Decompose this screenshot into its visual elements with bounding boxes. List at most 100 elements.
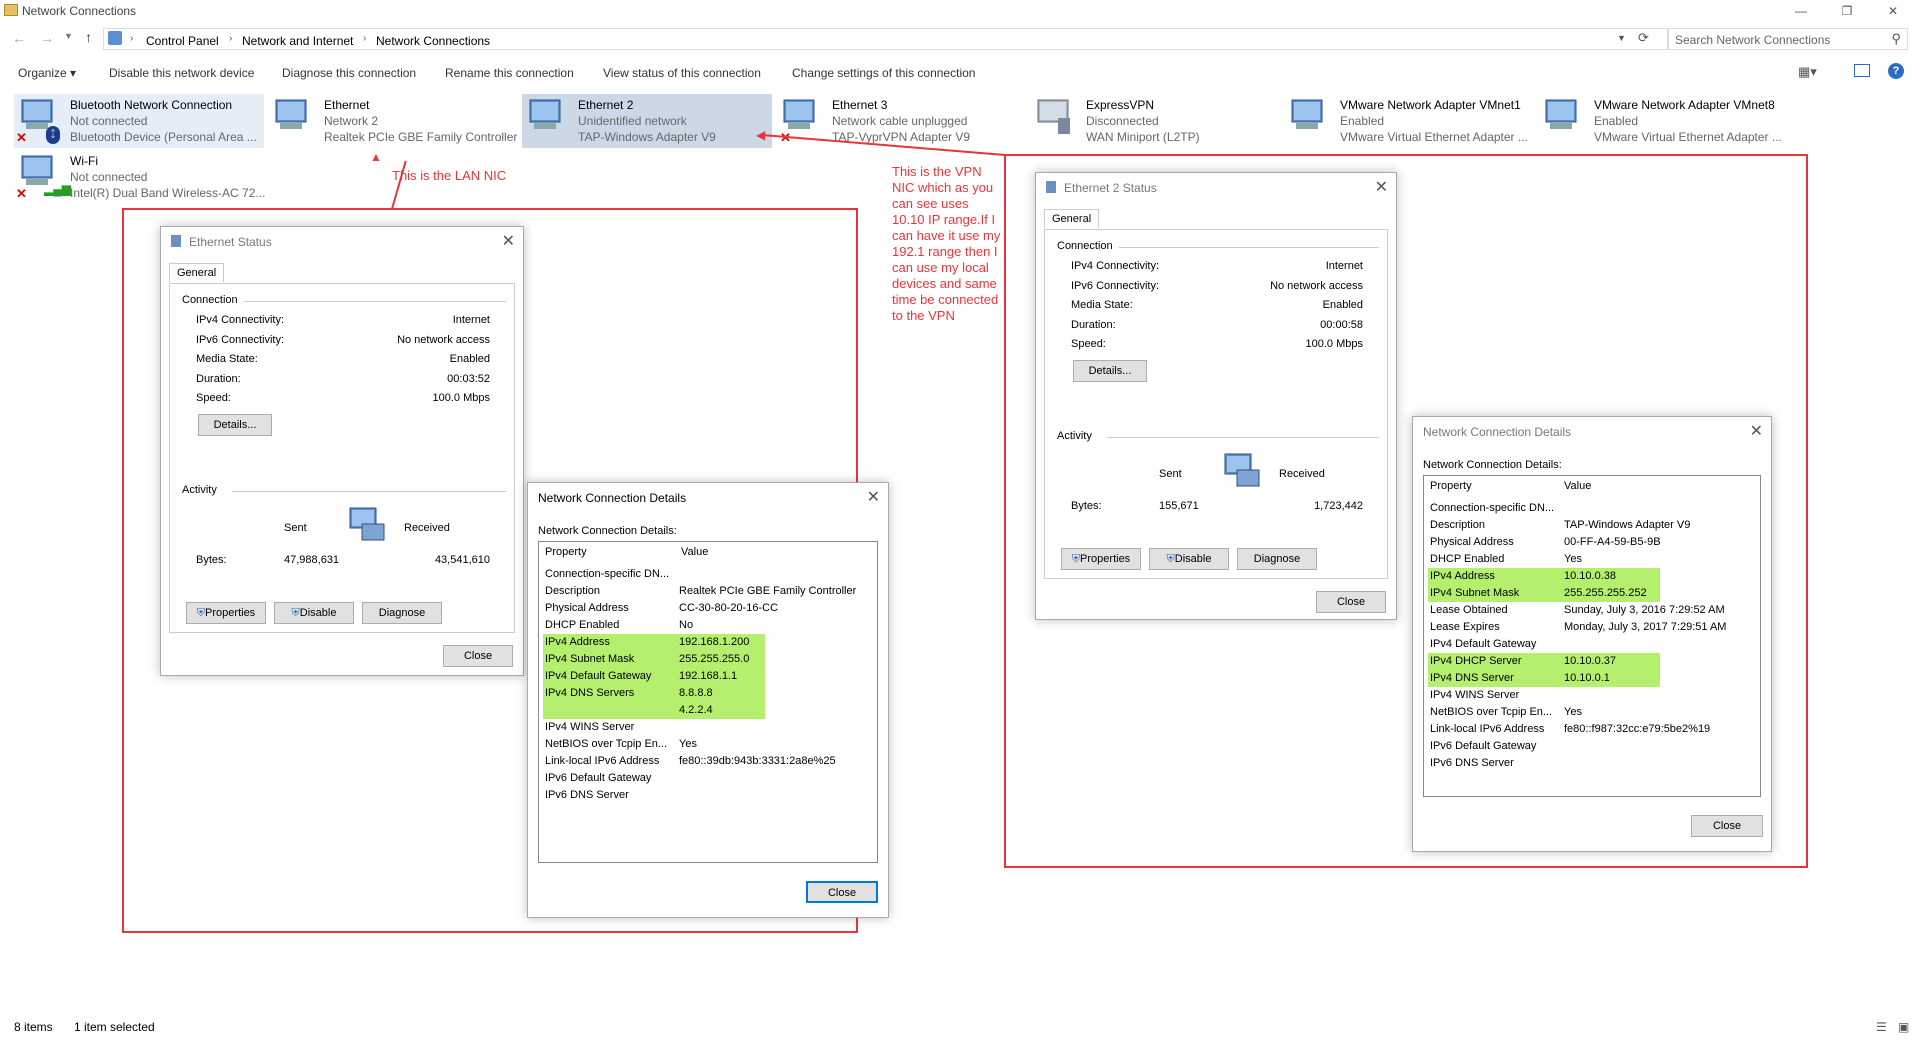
- diagnose-button[interactable]: Diagnose: [362, 602, 442, 624]
- change-settings-button[interactable]: Change settings of this connection: [792, 66, 975, 80]
- help-icon[interactable]: ?: [1888, 63, 1904, 79]
- media-label: Media State:: [1071, 299, 1133, 311]
- table-row[interactable]: IPv6 Default Gateway: [543, 770, 873, 787]
- disable-button[interactable]: ⛨Disable: [1149, 548, 1229, 570]
- chevron-right-icon: ›: [229, 33, 233, 44]
- view-options-icon[interactable]: ▦▾: [1798, 64, 1817, 80]
- close-button[interactable]: Close: [443, 645, 513, 667]
- table-row[interactable]: NetBIOS over Tcpip En... Yes: [1428, 704, 1758, 721]
- connection-name: Wi-Fi: [70, 154, 98, 168]
- connection-item-bluetooth[interactable]: ✕ ᛨ Bluetooth Network Connection Not con…: [14, 94, 264, 148]
- table-row[interactable]: IPv6 DNS Server: [543, 787, 873, 804]
- breadcrumb-control-panel[interactable]: Control Panel: [146, 34, 219, 48]
- table-row[interactable]: Description Realtek PCIe GBE Family Contr…: [543, 583, 873, 600]
- table-row[interactable]: Physical Address 00-FF-A4-59-B5-9B: [1428, 534, 1758, 551]
- table-row[interactable]: Link-local IPv6 Address fe80::39db:943b:3…: [543, 753, 873, 770]
- value-cell: fe80::f987:32cc:e79:5be2%19: [1564, 723, 1711, 735]
- table-row[interactable]: DHCP Enabled Yes: [1428, 551, 1758, 568]
- close-icon[interactable]: ✕: [1750, 421, 1763, 441]
- value-cell: 10.10.0.1: [1564, 672, 1610, 684]
- details-view-icon[interactable]: ☰: [1876, 1020, 1887, 1034]
- details-button[interactable]: Details...: [198, 414, 272, 436]
- tab-general[interactable]: General: [1044, 209, 1100, 228]
- details-list[interactable]: Property Value Connection-specific DN...…: [1423, 475, 1761, 797]
- dialog-title: Ethernet Status: [189, 235, 272, 249]
- connection-status: Disconnected: [1086, 114, 1159, 128]
- table-row[interactable]: Link-local IPv6 Address fe80::f987:32cc:e…: [1428, 721, 1758, 738]
- column-header-value[interactable]: Value: [1564, 478, 1591, 495]
- table-row[interactable]: IPv4 DNS Server 10.10.0.1: [1428, 670, 1758, 687]
- table-row[interactable]: Connection-specific DN...: [1428, 500, 1758, 517]
- minimize-button[interactable]: —: [1778, 0, 1824, 22]
- close-icon[interactable]: ✕: [867, 487, 880, 507]
- breadcrumb-network-internet[interactable]: Network and Internet: [242, 34, 353, 48]
- table-row[interactable]: IPv4 Subnet Mask 255.255.255.252: [1428, 585, 1758, 602]
- diagnose-button[interactable]: Diagnose this connection: [282, 66, 416, 80]
- breadcrumb-network-connections[interactable]: Network Connections: [376, 34, 490, 48]
- table-row[interactable]: IPv6 Default Gateway: [1428, 738, 1758, 755]
- table-row[interactable]: NetBIOS over Tcpip En... Yes: [543, 736, 873, 753]
- tab-general[interactable]: General: [169, 263, 225, 282]
- connection-item-ethernet[interactable]: Ethernet Network 2 Realtek PCIe GBE Fami…: [268, 94, 518, 148]
- view-status-button[interactable]: View status of this connection: [603, 66, 761, 80]
- connection-item-vmnet1[interactable]: VMware Network Adapter VMnet1 Enabled VM…: [1284, 94, 1534, 148]
- table-row[interactable]: IPv4 Subnet Mask 255.255.255.0: [543, 651, 873, 668]
- recent-icon[interactable]: ▼: [64, 31, 73, 41]
- table-row[interactable]: Physical Address CC-30-80-20-16-CC: [543, 600, 873, 617]
- value-cell: Sunday, July 3, 2016 7:29:52 AM: [1564, 604, 1725, 616]
- column-header-property[interactable]: Property: [545, 544, 587, 561]
- table-row[interactable]: IPv4 Address 10.10.0.38: [1428, 568, 1758, 585]
- details-list[interactable]: Property Value Connection-specific DN...…: [538, 541, 878, 863]
- close-button[interactable]: Close: [806, 881, 878, 903]
- close-button[interactable]: Close: [1691, 815, 1763, 837]
- connection-status: Enabled: [1594, 114, 1639, 128]
- connection-item-vmnet8[interactable]: VMware Network Adapter VMnet8 Enabled VM…: [1538, 94, 1788, 148]
- table-row[interactable]: Lease Obtained Sunday, July 3, 2016 7:29:…: [1428, 602, 1758, 619]
- column-header-property[interactable]: Property: [1430, 478, 1472, 495]
- property-cell: Connection-specific DN...: [1430, 502, 1555, 514]
- table-row[interactable]: Lease Expires Monday, July 3, 2017 7:29:5…: [1428, 619, 1758, 636]
- large-icons-view-icon[interactable]: ▣: [1898, 1020, 1909, 1034]
- forward-icon[interactable]: →: [40, 30, 54, 46]
- table-row[interactable]: 4.2.2.4: [543, 702, 873, 719]
- disable-device-button[interactable]: Disable this network device: [109, 66, 254, 80]
- connection-item-ethernet-2[interactable]: Ethernet 2 Unidentified network TAP-Wind…: [522, 94, 772, 148]
- table-row[interactable]: IPv4 Address 192.168.1.200: [543, 634, 873, 651]
- chevron-down-icon[interactable]: ▼: [1617, 33, 1626, 43]
- table-row[interactable]: Description TAP-Windows Adapter V9: [1428, 517, 1758, 534]
- table-row[interactable]: IPv6 DNS Server: [1428, 755, 1758, 772]
- table-row[interactable]: IPv4 DNS Servers 8.8.8.8: [543, 685, 873, 702]
- close-button[interactable]: Close: [1316, 591, 1386, 613]
- search-box[interactable]: Search Network Connections ⚲: [1668, 28, 1908, 50]
- table-row[interactable]: IPv4 Default Gateway 192.168.1.1: [543, 668, 873, 685]
- properties-button[interactable]: ⛨Properties: [1061, 548, 1141, 570]
- preview-pane-icon[interactable]: [1854, 64, 1870, 77]
- table-row[interactable]: Connection-specific DN...: [543, 566, 873, 583]
- details-button[interactable]: Details...: [1073, 360, 1147, 382]
- refresh-icon[interactable]: ⟳: [1638, 30, 1649, 46]
- row-highlight: [543, 702, 765, 719]
- organize-menu[interactable]: Organize ▾: [18, 66, 76, 80]
- connection-item-wifi[interactable]: ✕ ▂▄▆ Wi-Fi Not connected Intel(R) Dual …: [14, 150, 265, 204]
- table-row[interactable]: IPv4 WINS Server: [543, 719, 873, 736]
- close-icon[interactable]: ✕: [1375, 177, 1388, 197]
- disable-button[interactable]: ⛨Disable: [274, 602, 354, 624]
- property-cell: IPv4 DHCP Server: [1430, 655, 1522, 667]
- rename-button[interactable]: Rename this connection: [445, 66, 574, 80]
- close-icon[interactable]: ✕: [502, 231, 515, 251]
- search-input[interactable]: Search Network Connections: [1675, 33, 1830, 47]
- restore-button[interactable]: ❐: [1824, 0, 1870, 22]
- table-row[interactable]: DHCP Enabled No: [543, 617, 873, 634]
- up-icon[interactable]: ↑: [85, 29, 92, 45]
- table-row[interactable]: IPv4 WINS Server: [1428, 687, 1758, 704]
- property-cell: Connection-specific DN...: [545, 568, 670, 580]
- column-header-value[interactable]: Value: [681, 544, 708, 561]
- table-row[interactable]: IPv4 DHCP Server 10.10.0.37: [1428, 653, 1758, 670]
- table-row[interactable]: IPv4 Default Gateway: [1428, 636, 1758, 653]
- properties-button[interactable]: ⛨Properties: [186, 602, 266, 624]
- item-count: 8 items: [14, 1020, 53, 1034]
- connection-item-expressvpn[interactable]: ExpressVPN Disconnected WAN Miniport (L2…: [1030, 94, 1280, 148]
- close-window-button[interactable]: ✕: [1870, 0, 1916, 22]
- back-icon[interactable]: ←: [12, 30, 26, 46]
- diagnose-button[interactable]: Diagnose: [1237, 548, 1317, 570]
